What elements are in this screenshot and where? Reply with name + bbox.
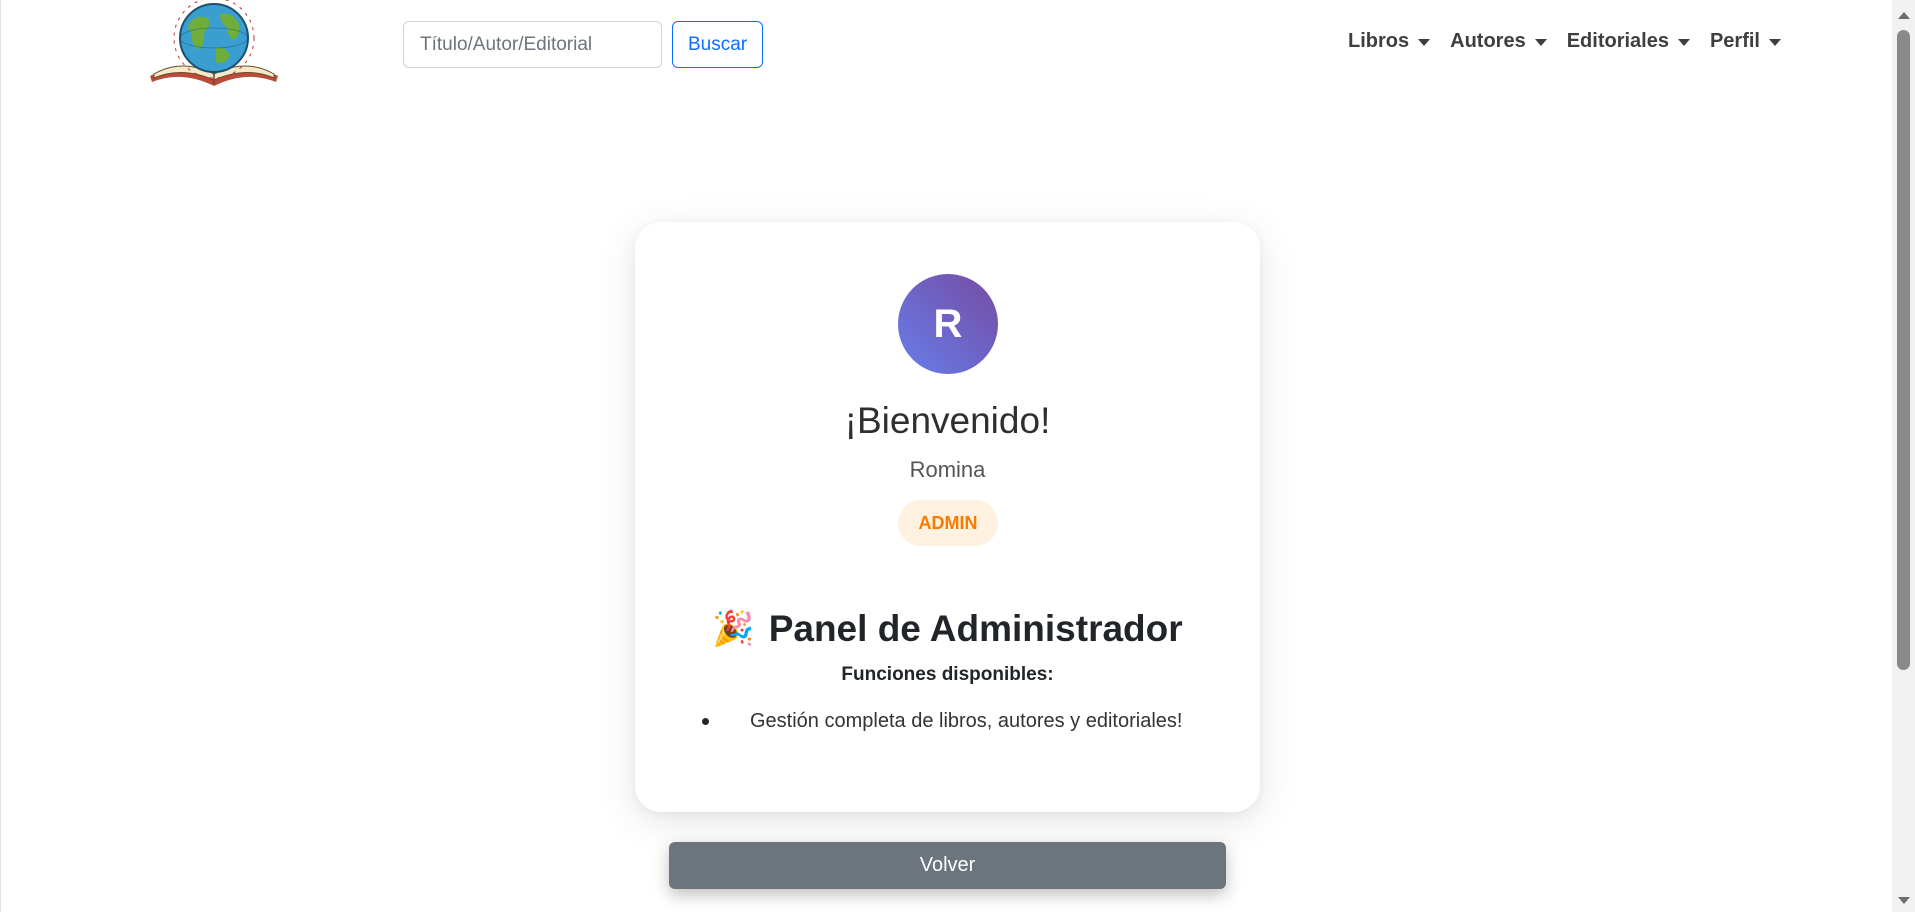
functions-heading: Funciones disponibles: bbox=[841, 664, 1054, 685]
panel-title: 🎉 Panel de Administrador bbox=[635, 608, 1260, 650]
party-popper-icon: 🎉 bbox=[712, 610, 755, 648]
navbar: Buscar Libros Autores Editoriales Perfil bbox=[1, 0, 1893, 90]
list-item-text: Gestión completa de libros, autores y ed… bbox=[750, 710, 1183, 732]
scrollbar[interactable] bbox=[1892, 0, 1915, 912]
role-badge: ADMIN bbox=[898, 500, 998, 546]
avatar: R bbox=[898, 274, 998, 374]
welcome-title: ¡Bienvenido! bbox=[844, 400, 1051, 441]
search-form: Buscar bbox=[403, 21, 764, 68]
caret-down-icon bbox=[1677, 39, 1690, 46]
list-item: Gestión completa de libros, autores y ed… bbox=[702, 710, 1182, 733]
nav-menu: Libros Autores Editoriales Perfil bbox=[1348, 30, 1781, 53]
search-input[interactable] bbox=[403, 21, 662, 68]
bullet-icon bbox=[702, 718, 709, 725]
scroll-down-arrow-icon[interactable] bbox=[1898, 897, 1910, 904]
nav-item-label: Libros bbox=[1348, 30, 1410, 52]
logo-globe-book-icon[interactable] bbox=[146, 0, 282, 90]
nav-item-editoriales[interactable]: Editoriales bbox=[1567, 30, 1690, 53]
nav-item-libros[interactable]: Libros bbox=[1348, 30, 1431, 53]
globe-book-icon bbox=[150, 0, 278, 86]
back-button[interactable]: Volver bbox=[669, 842, 1226, 889]
caret-down-icon bbox=[1534, 39, 1547, 46]
caret-down-icon bbox=[1769, 39, 1781, 46]
nav-item-label: Editoriales bbox=[1566, 30, 1669, 52]
nav-item-perfil[interactable]: Perfil bbox=[1710, 30, 1781, 53]
scroll-up-arrow-icon[interactable] bbox=[1898, 12, 1910, 19]
functions-list: Gestión completa de libros, autores y ed… bbox=[702, 710, 1182, 733]
panel-title-text: Panel de Administrador bbox=[768, 608, 1183, 649]
nav-item-label: Perfil bbox=[1709, 30, 1760, 52]
caret-down-icon bbox=[1418, 39, 1431, 46]
nav-item-autores[interactable]: Autores bbox=[1450, 30, 1547, 53]
search-button[interactable]: Buscar bbox=[672, 21, 764, 68]
scrollbar-thumb[interactable] bbox=[1897, 30, 1910, 670]
nav-item-label: Autores bbox=[1450, 30, 1526, 52]
username: Romina bbox=[909, 457, 986, 482]
profile-card: R ¡Bienvenido! Romina ADMIN 🎉 Panel de A… bbox=[635, 222, 1260, 812]
